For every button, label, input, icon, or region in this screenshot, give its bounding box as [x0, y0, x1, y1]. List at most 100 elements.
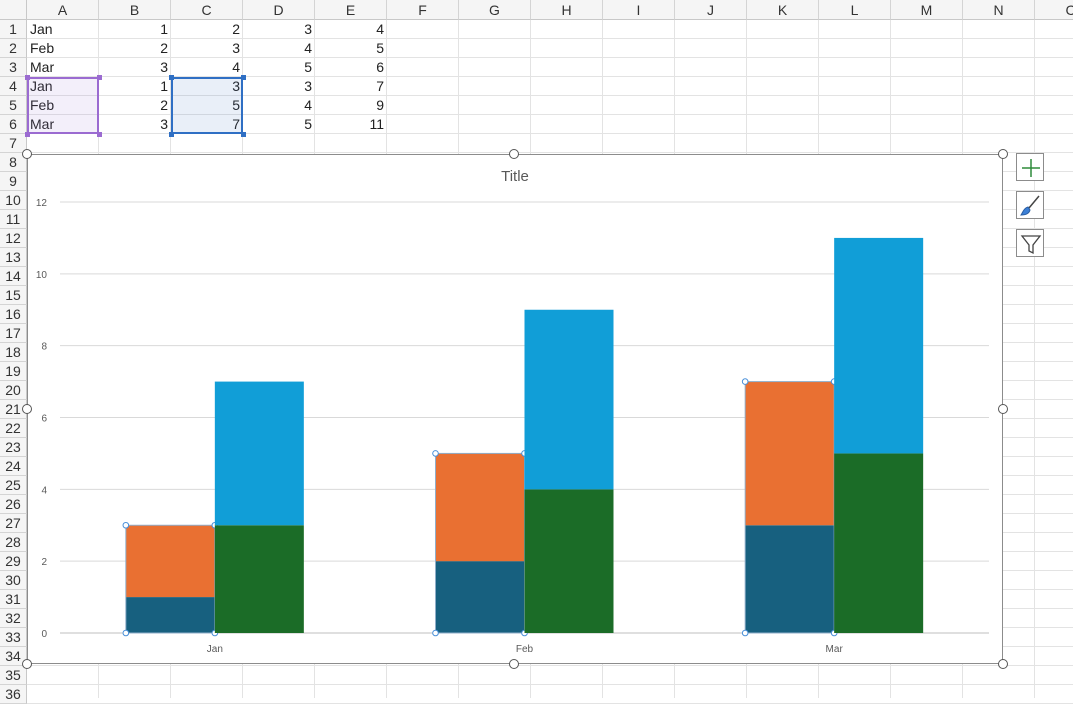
cell-value[interactable]: 3 — [99, 115, 171, 134]
chart-resize-handle[interactable] — [22, 149, 32, 159]
cell-value[interactable]: 11 — [315, 115, 387, 134]
bar-segment[interactable] — [435, 453, 525, 562]
chart-resize-handle[interactable] — [998, 149, 1008, 159]
cell-label[interactable]: Feb — [27, 39, 99, 58]
column-header[interactable]: E — [315, 0, 387, 20]
bar-segment[interactable] — [834, 237, 924, 454]
row-header[interactable]: 36 — [0, 685, 27, 704]
range-handle[interactable] — [169, 132, 174, 137]
cell-value[interactable]: 5 — [315, 39, 387, 58]
cell-value[interactable]: 2 — [171, 20, 243, 39]
column-header[interactable]: N — [963, 0, 1035, 20]
row-header[interactable]: 6 — [0, 115, 27, 134]
bar-segment[interactable] — [125, 525, 215, 598]
cell-value[interactable]: 2 — [99, 96, 171, 115]
row-header[interactable]: 24 — [0, 457, 27, 476]
row-header[interactable]: 2 — [0, 39, 27, 58]
row-header[interactable]: 27 — [0, 514, 27, 533]
cell-value[interactable]: 3 — [171, 39, 243, 58]
bar-segment[interactable] — [524, 309, 614, 490]
cell-value[interactable]: 1 — [99, 77, 171, 96]
cell-value[interactable]: 9 — [315, 96, 387, 115]
row-header[interactable]: 20 — [0, 381, 27, 400]
cell-value[interactable]: 1 — [99, 20, 171, 39]
row-header[interactable]: 29 — [0, 552, 27, 571]
bar-selection-handle[interactable] — [741, 629, 749, 637]
column-header[interactable]: L — [819, 0, 891, 20]
bar-segment[interactable] — [524, 489, 614, 633]
cell-value[interactable]: 7 — [315, 77, 387, 96]
cell-value[interactable]: 4 — [315, 20, 387, 39]
bar-selection-handle[interactable] — [122, 629, 130, 637]
row-header[interactable]: 4 — [0, 77, 27, 96]
cell-value[interactable]: 5 — [243, 58, 315, 77]
bar-segment[interactable] — [214, 381, 304, 526]
chart-styles-button[interactable] — [1016, 191, 1044, 219]
row-header[interactable]: 13 — [0, 248, 27, 267]
chart-resize-handle[interactable] — [998, 404, 1008, 414]
row-header[interactable]: 30 — [0, 571, 27, 590]
range-handle[interactable] — [169, 75, 174, 80]
chart-title[interactable]: Title — [501, 168, 529, 185]
row-header[interactable]: 19 — [0, 362, 27, 381]
bar-segment[interactable] — [745, 381, 835, 526]
row-header[interactable]: 32 — [0, 609, 27, 628]
row-header[interactable]: 35 — [0, 666, 27, 685]
row-header[interactable]: 33 — [0, 628, 27, 647]
range-handle[interactable] — [241, 75, 246, 80]
column-header[interactable]: G — [459, 0, 531, 20]
range-handle[interactable] — [25, 132, 30, 137]
column-header[interactable]: K — [747, 0, 819, 20]
row-header[interactable]: 26 — [0, 495, 27, 514]
column-header[interactable]: I — [603, 0, 675, 20]
bar-segment[interactable] — [125, 597, 215, 633]
cell-value[interactable]: 2 — [99, 39, 171, 58]
bar-segment[interactable] — [214, 525, 304, 633]
column-header[interactable]: M — [891, 0, 963, 20]
row-header[interactable]: 1 — [0, 20, 27, 39]
select-all-corner[interactable] — [0, 0, 27, 20]
row-header[interactable]: 15 — [0, 286, 27, 305]
row-header[interactable]: 28 — [0, 533, 27, 552]
column-header[interactable]: C — [171, 0, 243, 20]
row-header[interactable]: 18 — [0, 343, 27, 362]
cell-value[interactable]: 3 — [243, 20, 315, 39]
chart-area[interactable]: Title 0 2 4 6 8 10 12 Jan Feb Mar — [27, 154, 1003, 664]
column-header[interactable]: H — [531, 0, 603, 20]
chart-resize-handle[interactable] — [998, 659, 1008, 669]
row-header[interactable]: 16 — [0, 305, 27, 324]
chart-elements-button[interactable] — [1016, 153, 1044, 181]
column-header[interactable]: D — [243, 0, 315, 20]
column-header[interactable]: J — [675, 0, 747, 20]
cell-value[interactable]: 6 — [315, 58, 387, 77]
range-handle[interactable] — [97, 75, 102, 80]
row-header[interactable]: 5 — [0, 96, 27, 115]
column-header[interactable]: C — [1035, 0, 1073, 20]
bar-selection-handle[interactable] — [122, 521, 130, 529]
range-handle[interactable] — [241, 132, 246, 137]
bar-segment[interactable] — [745, 525, 835, 633]
cell-value[interactable]: 4 — [171, 58, 243, 77]
chart-filters-button[interactable] — [1016, 229, 1044, 257]
range-handle[interactable] — [97, 132, 102, 137]
bar-selection-handle[interactable] — [432, 450, 439, 457]
row-header[interactable]: 22 — [0, 419, 27, 438]
cell-label[interactable]: Mar — [27, 58, 99, 77]
chart-resize-handle[interactable] — [22, 404, 32, 414]
row-header[interactable]: 31 — [0, 590, 27, 609]
column-header[interactable]: A — [27, 0, 99, 20]
row-header[interactable]: 12 — [0, 229, 27, 248]
chart-resize-handle[interactable] — [22, 659, 32, 669]
row-header[interactable]: 11 — [0, 210, 27, 229]
cell-value[interactable]: 4 — [243, 96, 315, 115]
cell-value[interactable]: 5 — [243, 115, 315, 134]
bar-segment[interactable] — [834, 453, 924, 633]
cell-label[interactable]: Jan — [27, 20, 99, 39]
range-handle[interactable] — [25, 75, 30, 80]
row-header[interactable]: 23 — [0, 438, 27, 457]
bar-segment[interactable] — [435, 561, 525, 633]
row-header[interactable]: 17 — [0, 324, 27, 343]
row-header[interactable]: 25 — [0, 476, 27, 495]
cell-value[interactable]: 3 — [99, 58, 171, 77]
row-header[interactable]: 3 — [0, 58, 27, 77]
